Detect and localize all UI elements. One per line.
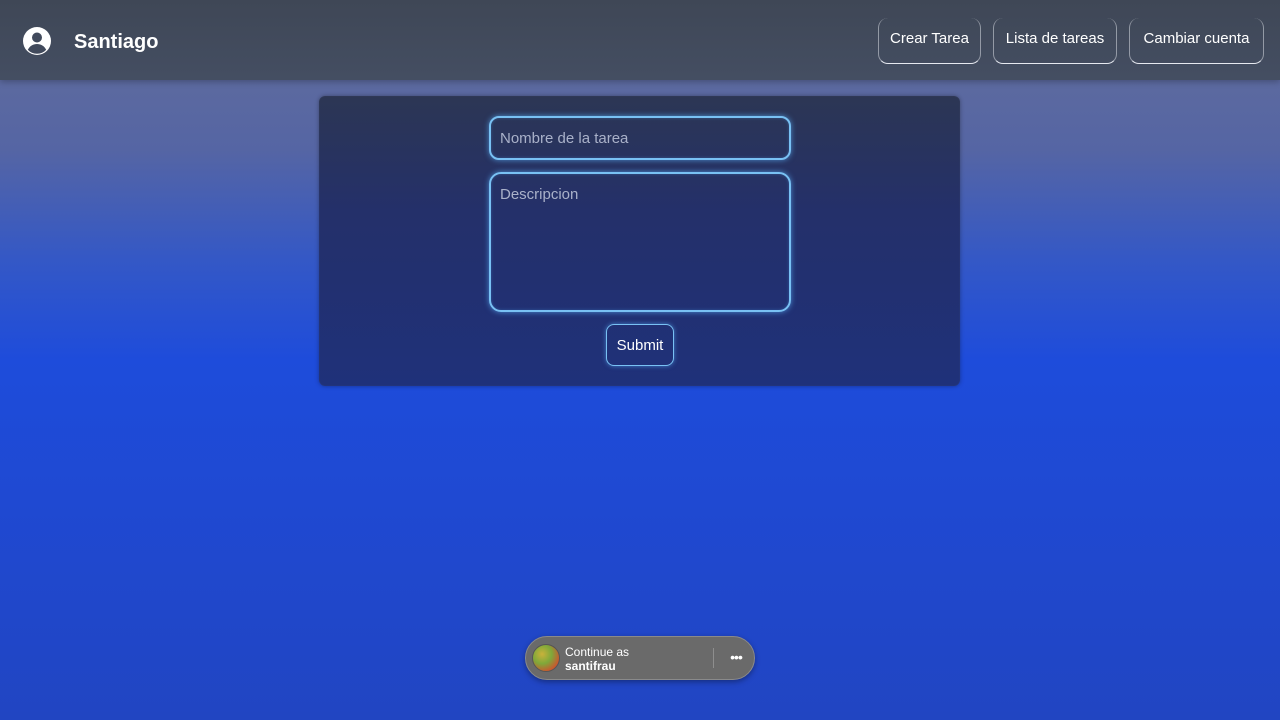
nav-crear-tarea-label: Crear Tarea [890, 30, 969, 47]
username-label: Santiago [74, 31, 159, 53]
top-navbar: Santiago Crear Tarea Lista de tareas Cam… [0, 0, 1280, 80]
nav-cambiar-cuenta-button[interactable]: Cambiar cuenta [1129, 18, 1264, 64]
continue-as-label: Continue as [565, 645, 630, 659]
submit-button[interactable]: Submit [606, 324, 674, 366]
pill-divider [713, 648, 714, 668]
nav-lista-tareas-button[interactable]: Lista de tareas [993, 18, 1117, 64]
more-horizontal-icon[interactable]: ••• [725, 646, 747, 670]
account-name-label: santifrau [565, 659, 616, 673]
nav-crear-tarea-button[interactable]: Crear Tarea [878, 18, 981, 64]
nav-cambiar-cuenta-label: Cambiar cuenta [1143, 30, 1250, 47]
account-avatar [532, 644, 560, 672]
task-name-input[interactable] [489, 116, 791, 160]
task-description-textarea[interactable] [489, 172, 791, 312]
account-circle-icon[interactable] [22, 26, 52, 56]
nav-lista-tareas-label: Lista de tareas [1005, 30, 1105, 47]
continue-as-account-prompt[interactable]: Continue as santifrau ••• [525, 636, 755, 680]
